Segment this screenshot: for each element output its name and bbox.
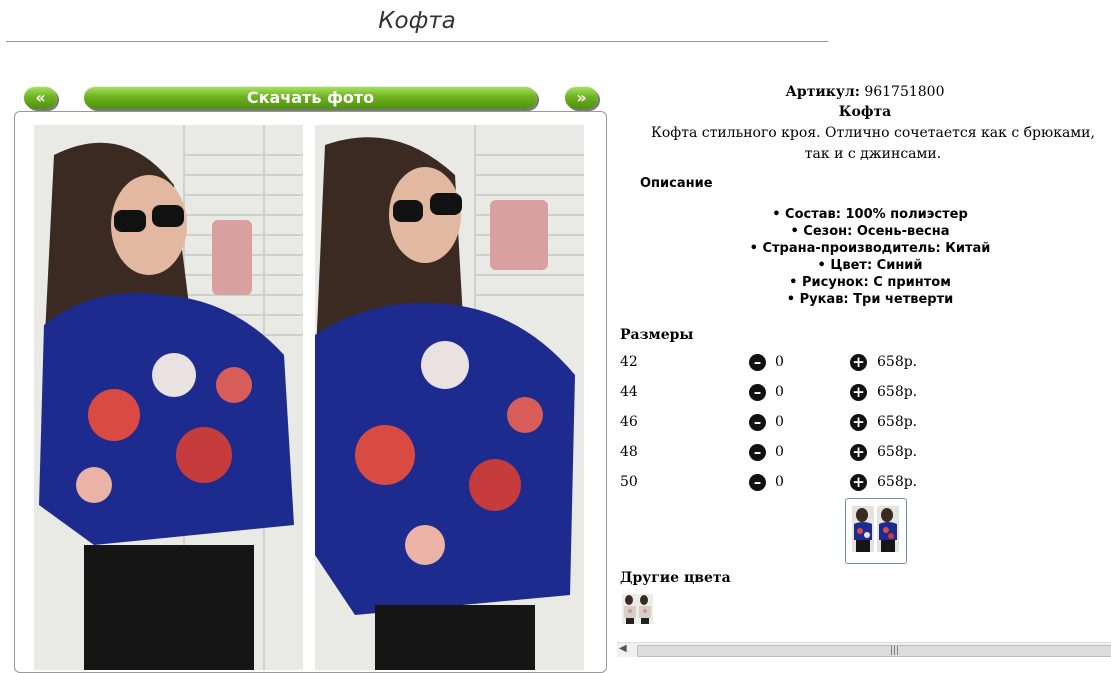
plus-circle-icon[interactable]: + — [850, 354, 867, 371]
sizes-heading: Размеры — [620, 327, 694, 343]
size-row-48: 48 – 0 + 658р. — [620, 442, 1110, 464]
color-swatch[interactable] — [622, 594, 653, 624]
size-row-50: 50 – 0 + 658р. — [620, 472, 1110, 494]
size-label: 42 — [620, 354, 638, 370]
product-photo-side[interactable] — [315, 125, 584, 670]
size-quantity: 0 — [775, 474, 784, 490]
property-item: Цвет: Синий — [620, 257, 1111, 274]
size-quantity: 0 — [775, 384, 784, 400]
plus-circle-icon[interactable]: + — [850, 474, 867, 491]
scrollbar-thumb[interactable]: ||| — [637, 645, 1111, 657]
property-item: Страна-производитель: Китай — [620, 240, 1111, 257]
size-row-44: 44 – 0 + 658р. — [620, 382, 1110, 404]
scroll-left-icon[interactable]: ◀ — [619, 643, 627, 654]
product-photo-frame — [14, 111, 607, 673]
size-quantity: 0 — [775, 414, 784, 430]
plus-circle-icon[interactable]: + — [850, 414, 867, 431]
plus-circle-icon[interactable]: + — [850, 444, 867, 461]
product-description: Кофта стильного кроя. Отлично сочетается… — [651, 125, 1095, 162]
minus-circle-icon[interactable]: – — [749, 384, 766, 401]
minus-circle-icon[interactable]: – — [749, 444, 766, 461]
product-thumbnail[interactable] — [845, 498, 907, 564]
page-title: Кофта — [378, 8, 456, 34]
title-divider — [6, 41, 828, 42]
minus-circle-icon[interactable]: – — [749, 354, 766, 371]
property-item: Состав: 100% полиэстер — [620, 206, 1111, 223]
prev-photo-button[interactable]: « — [24, 87, 57, 109]
plus-circle-icon[interactable]: + — [850, 384, 867, 401]
minus-circle-icon[interactable]: – — [749, 474, 766, 491]
thumbnail-image-side — [877, 506, 899, 552]
size-price: 658р. — [877, 444, 918, 460]
article-line: Артикул: 961751800 — [620, 84, 1110, 100]
property-item: Сезон: Осень-весна — [620, 223, 1111, 240]
size-price: 658р. — [877, 414, 918, 430]
size-label: 44 — [620, 384, 638, 400]
size-row-46: 46 – 0 + 658р. — [620, 412, 1110, 434]
size-label: 50 — [620, 474, 638, 490]
grip-icon: ||| — [890, 646, 900, 656]
property-list: Состав: 100% полиэстер Сезон: Осень-весн… — [620, 206, 1111, 308]
property-item: Рисунок: С принтом — [620, 274, 1111, 291]
size-row-42: 42 – 0 + 658р. — [620, 352, 1110, 374]
minus-circle-icon[interactable]: – — [749, 414, 766, 431]
article-label: Артикул: — [785, 84, 860, 100]
size-price: 658р. — [877, 384, 918, 400]
size-price: 658р. — [877, 354, 918, 370]
size-quantity: 0 — [775, 444, 784, 460]
size-price: 658р. — [877, 474, 918, 490]
product-photo-front[interactable] — [34, 125, 303, 670]
product-name: Кофта — [838, 104, 892, 120]
article-value: 961751800 — [864, 84, 945, 100]
size-label: 48 — [620, 444, 638, 460]
size-quantity: 0 — [775, 354, 784, 370]
horizontal-scrollbar[interactable]: ◀ ||| — [617, 642, 1111, 657]
other-colors-heading: Другие цвета — [620, 570, 731, 586]
thumbnail-image-front — [852, 506, 874, 552]
download-photo-button[interactable]: Скачать фото — [84, 87, 537, 109]
next-photo-button[interactable]: » — [565, 87, 598, 109]
size-label: 46 — [620, 414, 638, 430]
details-heading: Описание — [640, 176, 713, 191]
property-item: Рукав: Три четверти — [620, 291, 1111, 308]
